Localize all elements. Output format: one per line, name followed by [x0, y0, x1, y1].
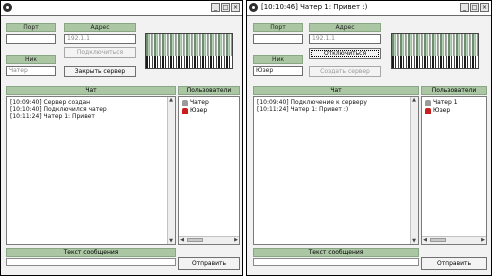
red-user-icon	[182, 108, 188, 114]
scroll-left-icon[interactable]: ◀	[179, 237, 185, 243]
minimize-button[interactable]: _	[211, 3, 220, 12]
port-field[interactable]	[253, 34, 303, 44]
address-label: Адрес	[309, 23, 381, 32]
nick-label: Ник	[253, 55, 303, 64]
scroll-left-icon[interactable]: ◀	[422, 237, 428, 243]
port-label: Порт	[253, 23, 303, 32]
barcode-logo	[145, 33, 233, 69]
send-button[interactable]: Отправить	[421, 257, 487, 270]
message-header: Текст сообщения	[6, 248, 176, 257]
server-button[interactable]: Создать сервер	[309, 66, 381, 77]
scroll-thumb[interactable]	[187, 238, 203, 242]
scroll-right-icon[interactable]: ▶	[480, 237, 486, 243]
scroll-down-icon[interactable]: ▼	[168, 238, 174, 244]
chat-line: [10:09:40] Сервер создан	[10, 99, 91, 106]
user-item[interactable]: Чатер	[179, 99, 239, 107]
users-header: Пользователи	[178, 86, 240, 95]
scroll-up-icon[interactable]: ▲	[168, 97, 174, 103]
left-chat-window: _ □ × Порт Адрес 192.1.1 Подключиться Ни…	[0, 0, 243, 276]
user-item[interactable]: Юзер	[422, 107, 486, 115]
red-user-icon	[425, 108, 431, 114]
chat-header: Чат	[253, 86, 419, 95]
disconnect-button[interactable]: Отключиться	[309, 48, 381, 59]
user-list[interactable]: Чатер 1 Юзер ◀ ▶	[421, 96, 487, 245]
scroll-down-icon[interactable]: ▼	[411, 238, 417, 244]
chat-line: [10:10:40] Подключился чатер	[10, 106, 107, 113]
user-name: Чатер 1	[433, 99, 458, 106]
chat-header: Чат	[6, 86, 176, 95]
window-title: [10:10:46] Чатер 1: Привет :)	[261, 3, 368, 11]
user-name: Юзер	[190, 107, 208, 114]
address-field[interactable]: 192.1.1	[309, 34, 381, 44]
nick-field[interactable]: Чатер	[6, 66, 56, 76]
right-titlebar: [10:10:46] Чатер 1: Привет :) _ □ ×	[247, 1, 491, 16]
maximize-button[interactable]: □	[470, 3, 479, 12]
user-item[interactable]: Юзер	[179, 107, 239, 115]
scroll-thumb[interactable]	[430, 238, 446, 242]
grey-user-icon	[425, 100, 431, 106]
left-titlebar: _ □ ×	[1, 1, 242, 16]
nick-field[interactable]: Юзер	[253, 66, 303, 76]
barcode-logo	[391, 33, 479, 69]
message-input[interactable]	[253, 258, 419, 266]
port-label: Порт	[6, 23, 56, 32]
address-label: Адрес	[64, 23, 136, 32]
user-name: Юзер	[433, 107, 451, 114]
address-field[interactable]: 192.1.1	[64, 34, 136, 44]
connect-button[interactable]: Подключиться	[64, 47, 136, 58]
right-chat-window: [10:10:46] Чатер 1: Привет :) _ □ × Порт…	[246, 0, 492, 276]
send-button[interactable]: Отправить	[178, 257, 240, 270]
chat-line: [10:11:24] Чатер 1: Привет	[10, 113, 95, 120]
user-name: Чатер	[190, 99, 209, 106]
port-field[interactable]	[6, 34, 56, 44]
chat-line: [10:11:24] Чатер 1: Привет :)	[257, 106, 349, 113]
server-button[interactable]: Закрыть сервер	[64, 66, 136, 77]
chat-line: [10:09:40] Подключение к серверу	[257, 99, 367, 106]
scroll-right-icon[interactable]: ▶	[233, 237, 239, 243]
user-item[interactable]: Чатер 1	[422, 99, 486, 107]
user-list[interactable]: Чатер Юзер ◀ ▶	[178, 96, 240, 245]
chat-scrollbar[interactable]: ▲ ▼	[167, 97, 175, 244]
nick-label: Ник	[6, 55, 56, 64]
message-header: Текст сообщения	[253, 248, 419, 257]
minimize-button[interactable]: _	[460, 3, 469, 12]
grey-user-icon	[182, 100, 188, 106]
close-button[interactable]: ×	[231, 3, 240, 12]
message-input[interactable]	[6, 258, 176, 266]
chat-lines: [10:09:40] Подключение к серверу [10:11:…	[254, 97, 418, 113]
users-hscrollbar[interactable]: ◀ ▶	[422, 236, 486, 244]
users-header: Пользователи	[421, 86, 487, 95]
chat-log[interactable]: [10:09:40] Сервер создан [10:10:40] Подк…	[6, 96, 176, 245]
app-icon	[3, 3, 12, 12]
chat-log[interactable]: [10:09:40] Подключение к серверу [10:11:…	[253, 96, 419, 245]
scroll-up-icon[interactable]: ▲	[411, 97, 417, 103]
close-button[interactable]: ×	[480, 3, 489, 12]
app-icon	[249, 3, 258, 12]
chat-scrollbar[interactable]: ▲ ▼	[410, 97, 418, 244]
maximize-button[interactable]: □	[221, 3, 230, 12]
users-hscrollbar[interactable]: ◀ ▶	[179, 236, 239, 244]
chat-lines: [10:09:40] Сервер создан [10:10:40] Подк…	[7, 97, 175, 120]
